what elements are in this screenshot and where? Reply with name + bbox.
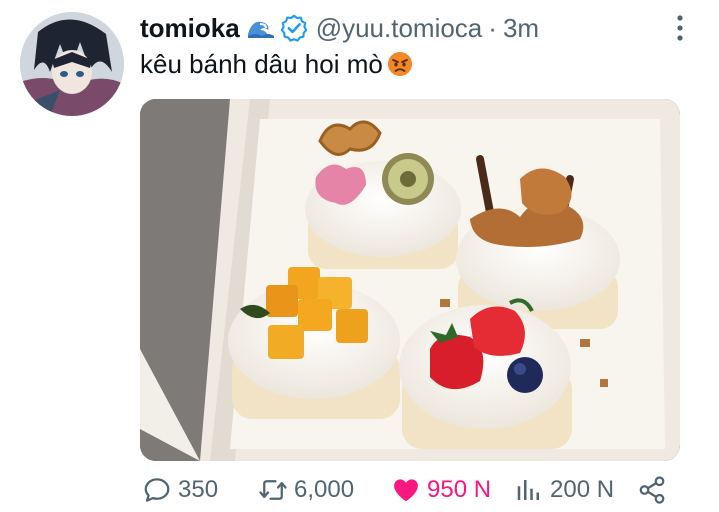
like-button[interactable]: 950 N (391, 474, 491, 506)
more-button[interactable] (664, 12, 696, 44)
tweet-photo[interactable] (140, 99, 680, 461)
avatar-image (20, 12, 124, 116)
retweet-button[interactable]: 6,000 (258, 474, 354, 506)
share-button[interactable] (637, 474, 667, 506)
user-handle[interactable]: @yuu.tomioca (316, 13, 483, 44)
tweet-action-bar: 350 6,000 950 N 200 N (0, 468, 719, 512)
avatar[interactable] (20, 12, 124, 116)
retweet-count: 6,000 (294, 476, 355, 503)
share-icon (639, 476, 665, 504)
angry-face-emoji (387, 52, 412, 76)
views-icon (517, 480, 539, 500)
reply-count: 350 (178, 476, 219, 503)
verified-badge-icon (280, 14, 307, 42)
reply-icon (144, 478, 170, 502)
tweet-text-body: kêu bánh dâu hoi mò (140, 48, 383, 79)
views-count: 200 N (550, 476, 615, 503)
reply-button[interactable]: 350 (142, 474, 218, 506)
cupcakes-photo (140, 99, 680, 461)
more-icon (677, 15, 683, 41)
heart-icon (394, 479, 418, 502)
wave-emoji (247, 21, 274, 38)
views-button[interactable]: 200 N (514, 474, 614, 506)
like-count: 950 N (427, 476, 492, 503)
tweet-text: kêu bánh dâu hoi mò (140, 46, 413, 82)
retweet-icon (259, 480, 287, 500)
separator-dot: · (488, 12, 497, 43)
timestamp[interactable]: 3m (503, 13, 539, 44)
tweet-header: tomioka @yuu.tomioca · 3m (140, 10, 539, 46)
display-name[interactable]: tomioka (140, 13, 240, 44)
